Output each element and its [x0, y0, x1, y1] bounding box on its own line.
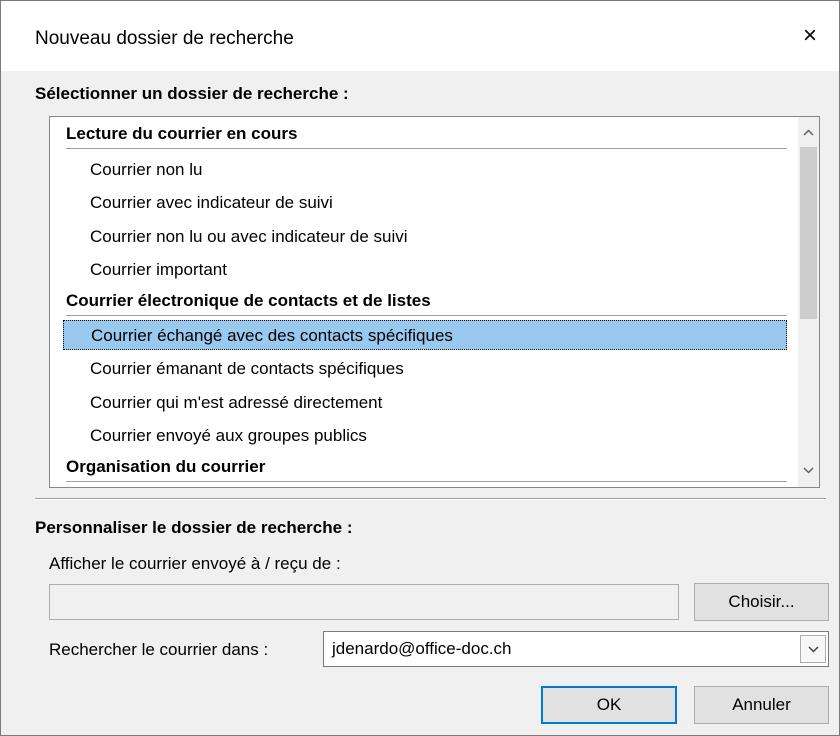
list-item-unread-or-flagged-mail[interactable]: Courrier non lu ou avec indicateur de su… — [63, 222, 787, 252]
search-folder-listbox[interactable]: Lecture du courrier en cours Courrier no… — [49, 116, 820, 488]
group-header-contacts-and-lists: Courrier électronique de contacts et de … — [66, 287, 787, 316]
ok-button[interactable]: OK — [541, 686, 677, 724]
scroll-down-button[interactable] — [798, 457, 819, 483]
list-item-mail-sent-directly-to-me[interactable]: Courrier qui m'est adressé directement — [63, 388, 787, 418]
search-in-dropdown[interactable]: jdenardo@office-doc.ch — [323, 631, 829, 667]
show-mail-field — [49, 584, 679, 620]
scroll-thumb[interactable] — [800, 147, 817, 319]
customize-folder-label: Personnaliser le dossier de recherche : — [35, 518, 353, 537]
list-item-mail-sent-to-public-groups[interactable]: Courrier envoyé aux groupes publics — [63, 421, 787, 451]
list-item-mail-with-specific-contacts[interactable]: Courrier échangé avec des contacts spéci… — [63, 320, 787, 350]
chevron-up-icon — [803, 128, 814, 136]
list-item-important-mail[interactable]: Courrier important — [63, 255, 787, 285]
new-search-folder-dialog: Nouveau dossier de recherche × Sélection… — [0, 0, 840, 736]
show-mail-label: Afficher le courrier envoyé à / reçu de … — [49, 554, 341, 573]
list-item-flagged-mail[interactable]: Courrier avec indicateur de suivi — [63, 188, 787, 218]
search-in-label: Rechercher le courrier dans : — [49, 640, 269, 659]
group-header-organizing-mail: Organisation du courrier — [66, 453, 787, 482]
choose-button[interactable]: Choisir... — [694, 583, 829, 621]
select-folder-label: Sélectionner un dossier de recherche : — [35, 84, 349, 103]
dropdown-button[interactable] — [800, 635, 826, 663]
cancel-button[interactable]: Annuler — [694, 686, 829, 724]
close-icon: × — [802, 22, 817, 49]
chevron-down-icon — [803, 466, 814, 474]
list-item-mail-from-specific-contacts[interactable]: Courrier émanant de contacts spécifiques — [63, 354, 787, 384]
chevron-down-icon — [807, 645, 819, 653]
list-item-unread-mail[interactable]: Courrier non lu — [63, 155, 787, 185]
list-scrollbar[interactable] — [798, 117, 819, 487]
group-header-reading-mail: Lecture du courrier en cours — [66, 120, 787, 149]
search-in-value: jdenardo@office-doc.ch — [332, 639, 512, 658]
scroll-up-button[interactable] — [798, 119, 819, 145]
title-bar: Nouveau dossier de recherche × — [1, 1, 839, 71]
section-divider — [35, 498, 826, 500]
dialog-title: Nouveau dossier de recherche — [35, 28, 294, 49]
close-button[interactable]: × — [781, 1, 839, 71]
search-folder-list: Lecture du courrier en cours Courrier no… — [50, 117, 797, 487]
